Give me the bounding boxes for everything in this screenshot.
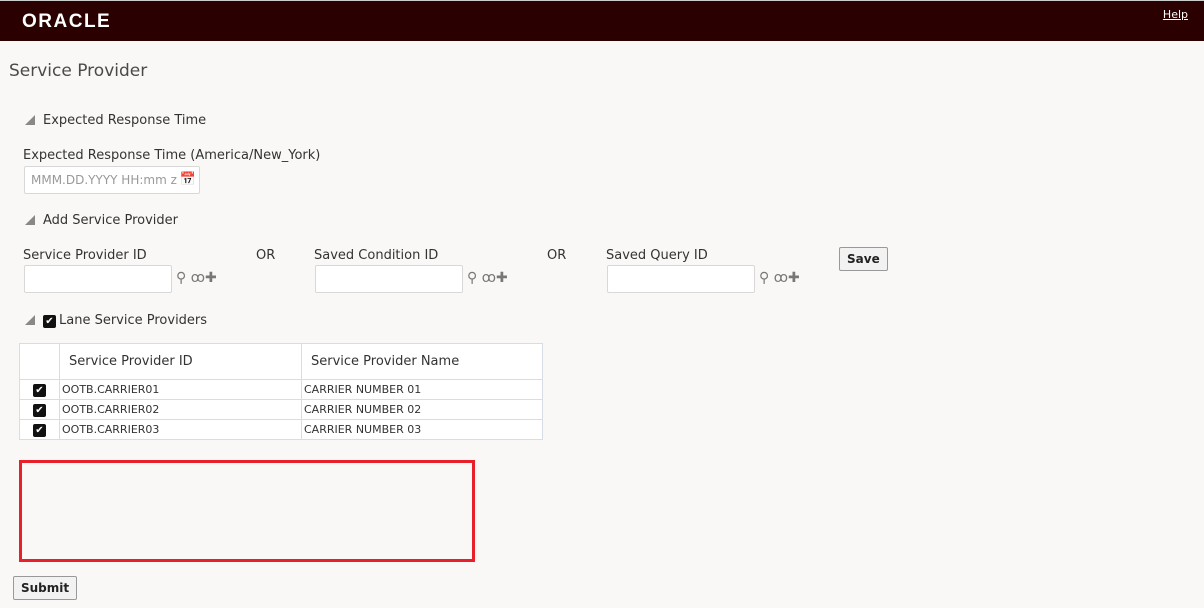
column-header[interactable]: Service Provider Name xyxy=(301,343,543,380)
section-title: Expected Response Time xyxy=(43,113,207,128)
condition-id-label: Saved Condition ID xyxy=(314,248,439,263)
glasses-icon[interactable]: ꝏ xyxy=(774,270,788,286)
lane-providers-table: Service Provider ID Service Provider Name… xyxy=(19,343,543,440)
or-label: OR xyxy=(547,248,567,263)
search-icon[interactable]: ⚲ xyxy=(176,270,186,286)
provider-id: OOTB.CARRIER03 xyxy=(59,419,302,440)
header-bar: ORACLE Help xyxy=(0,0,1204,41)
page-title: Service Provider xyxy=(9,61,148,81)
condition-id-input[interactable] xyxy=(315,265,463,293)
provider-name: CARRIER NUMBER 02 xyxy=(301,399,543,420)
add-icon[interactable]: ✚ xyxy=(788,270,800,286)
add-icon[interactable]: ✚ xyxy=(496,270,508,286)
table-row[interactable]: ✔ OOTB.CARRIER01 CARRIER NUMBER 01 xyxy=(19,379,543,400)
table-header: Service Provider ID Service Provider Name xyxy=(19,343,543,380)
glasses-icon[interactable]: ꝏ xyxy=(191,270,205,286)
save-button[interactable]: Save xyxy=(839,247,888,271)
row-checkbox[interactable]: ✔ xyxy=(33,403,46,417)
table-row[interactable]: ✔ OOTB.CARRIER02 CARRIER NUMBER 02 xyxy=(19,399,543,420)
or-label: OR xyxy=(256,248,276,263)
glasses-icon[interactable]: ꝏ xyxy=(482,270,496,286)
collapse-triangle-icon xyxy=(25,315,35,325)
section-title: Lane Service Providers xyxy=(59,313,208,328)
sp-id-label: Service Provider ID xyxy=(23,248,147,263)
table-row[interactable]: ✔ OOTB.CARRIER03 CARRIER NUMBER 03 xyxy=(19,419,543,440)
section-title: Add Service Provider xyxy=(43,213,179,228)
column-header[interactable]: Service Provider ID xyxy=(59,343,302,380)
submit-button[interactable]: Submit xyxy=(13,576,78,600)
provider-name: CARRIER NUMBER 03 xyxy=(301,419,543,440)
select-column-header xyxy=(19,343,60,380)
search-icon[interactable]: ⚲ xyxy=(759,270,769,286)
section-add-toggle[interactable]: Add Service Provider xyxy=(25,213,178,228)
help-link[interactable]: Help xyxy=(1163,8,1188,21)
section-expected-toggle[interactable]: Expected Response Time xyxy=(25,113,206,128)
collapse-triangle-icon xyxy=(25,115,35,125)
provider-name: CARRIER NUMBER 01 xyxy=(301,379,543,400)
collapse-triangle-icon xyxy=(25,215,35,225)
search-icon[interactable]: ⚲ xyxy=(467,270,477,286)
highlight-box xyxy=(19,460,475,562)
expected-time-input[interactable]: MMM.DD.YYYY HH:mm z 📅 xyxy=(24,166,200,194)
provider-id: OOTB.CARRIER01 xyxy=(59,379,302,400)
calendar-clock-icon[interactable]: 📅 xyxy=(180,172,196,187)
row-checkbox[interactable]: ✔ xyxy=(33,383,46,397)
row-checkbox[interactable]: ✔ xyxy=(33,423,46,437)
expected-time-label: Expected Response Time (America/New_York… xyxy=(23,148,321,163)
date-placeholder: MMM.DD.YYYY HH:mm z xyxy=(31,173,177,187)
section-lane-toggle[interactable]: ✔ Lane Service Providers xyxy=(25,313,207,328)
oracle-logo: ORACLE xyxy=(22,11,112,32)
provider-id: OOTB.CARRIER02 xyxy=(59,399,302,420)
query-id-input[interactable] xyxy=(607,265,755,293)
query-id-label: Saved Query ID xyxy=(606,248,708,263)
sp-id-input[interactable] xyxy=(24,265,172,293)
add-icon[interactable]: ✚ xyxy=(205,270,217,286)
select-all-checkbox[interactable]: ✔ xyxy=(43,315,56,328)
